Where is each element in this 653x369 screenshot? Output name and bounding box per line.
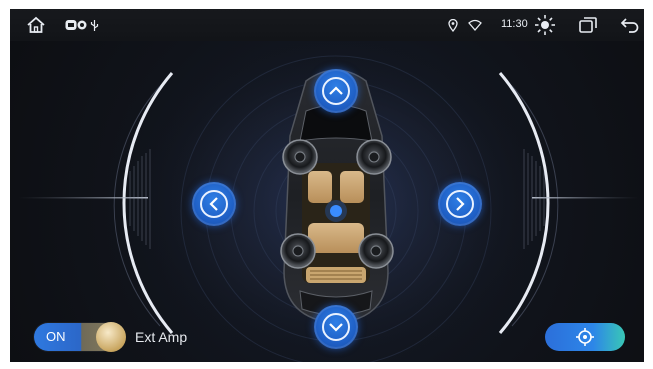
car-audio-screen: 11:30 ON Ext Amp	[10, 9, 644, 362]
ext-amp-toggle[interactable]: ON	[34, 322, 126, 352]
status-bar: 11:30	[10, 9, 644, 41]
home-icon[interactable]	[25, 15, 47, 35]
listening-position-marker	[330, 205, 342, 217]
balance-fader-panel: ON Ext Amp	[10, 41, 644, 362]
location-icon	[447, 15, 459, 35]
speaker-rear-left	[280, 233, 316, 269]
speaker-rear-right	[358, 233, 394, 269]
speaker-front-right	[356, 139, 392, 175]
chevron-left-icon	[209, 197, 218, 211]
clock: 11:30	[501, 18, 528, 30]
recent-apps-icon[interactable]	[578, 15, 598, 35]
fader-down-button[interactable]	[314, 305, 358, 349]
ext-amp-label: Ext Amp	[135, 329, 188, 345]
chevron-down-icon	[329, 323, 343, 332]
crosshair-icon	[576, 328, 594, 346]
fader-up-button[interactable]	[314, 69, 358, 113]
reset-center-button[interactable]	[545, 323, 625, 351]
balance-left-button[interactable]	[192, 182, 236, 226]
screen-link-icon	[65, 15, 87, 35]
usb-icon	[89, 15, 99, 35]
toggle-knob	[96, 322, 126, 352]
balance-right-button[interactable]	[438, 182, 482, 226]
chevron-up-icon	[329, 86, 343, 95]
speaker-front-left	[282, 139, 318, 175]
chevron-right-icon	[456, 197, 465, 211]
back-icon[interactable]	[620, 15, 640, 35]
toggle-state-label: ON	[46, 329, 66, 344]
wifi-icon	[468, 15, 482, 35]
brightness-icon[interactable]	[534, 15, 556, 35]
